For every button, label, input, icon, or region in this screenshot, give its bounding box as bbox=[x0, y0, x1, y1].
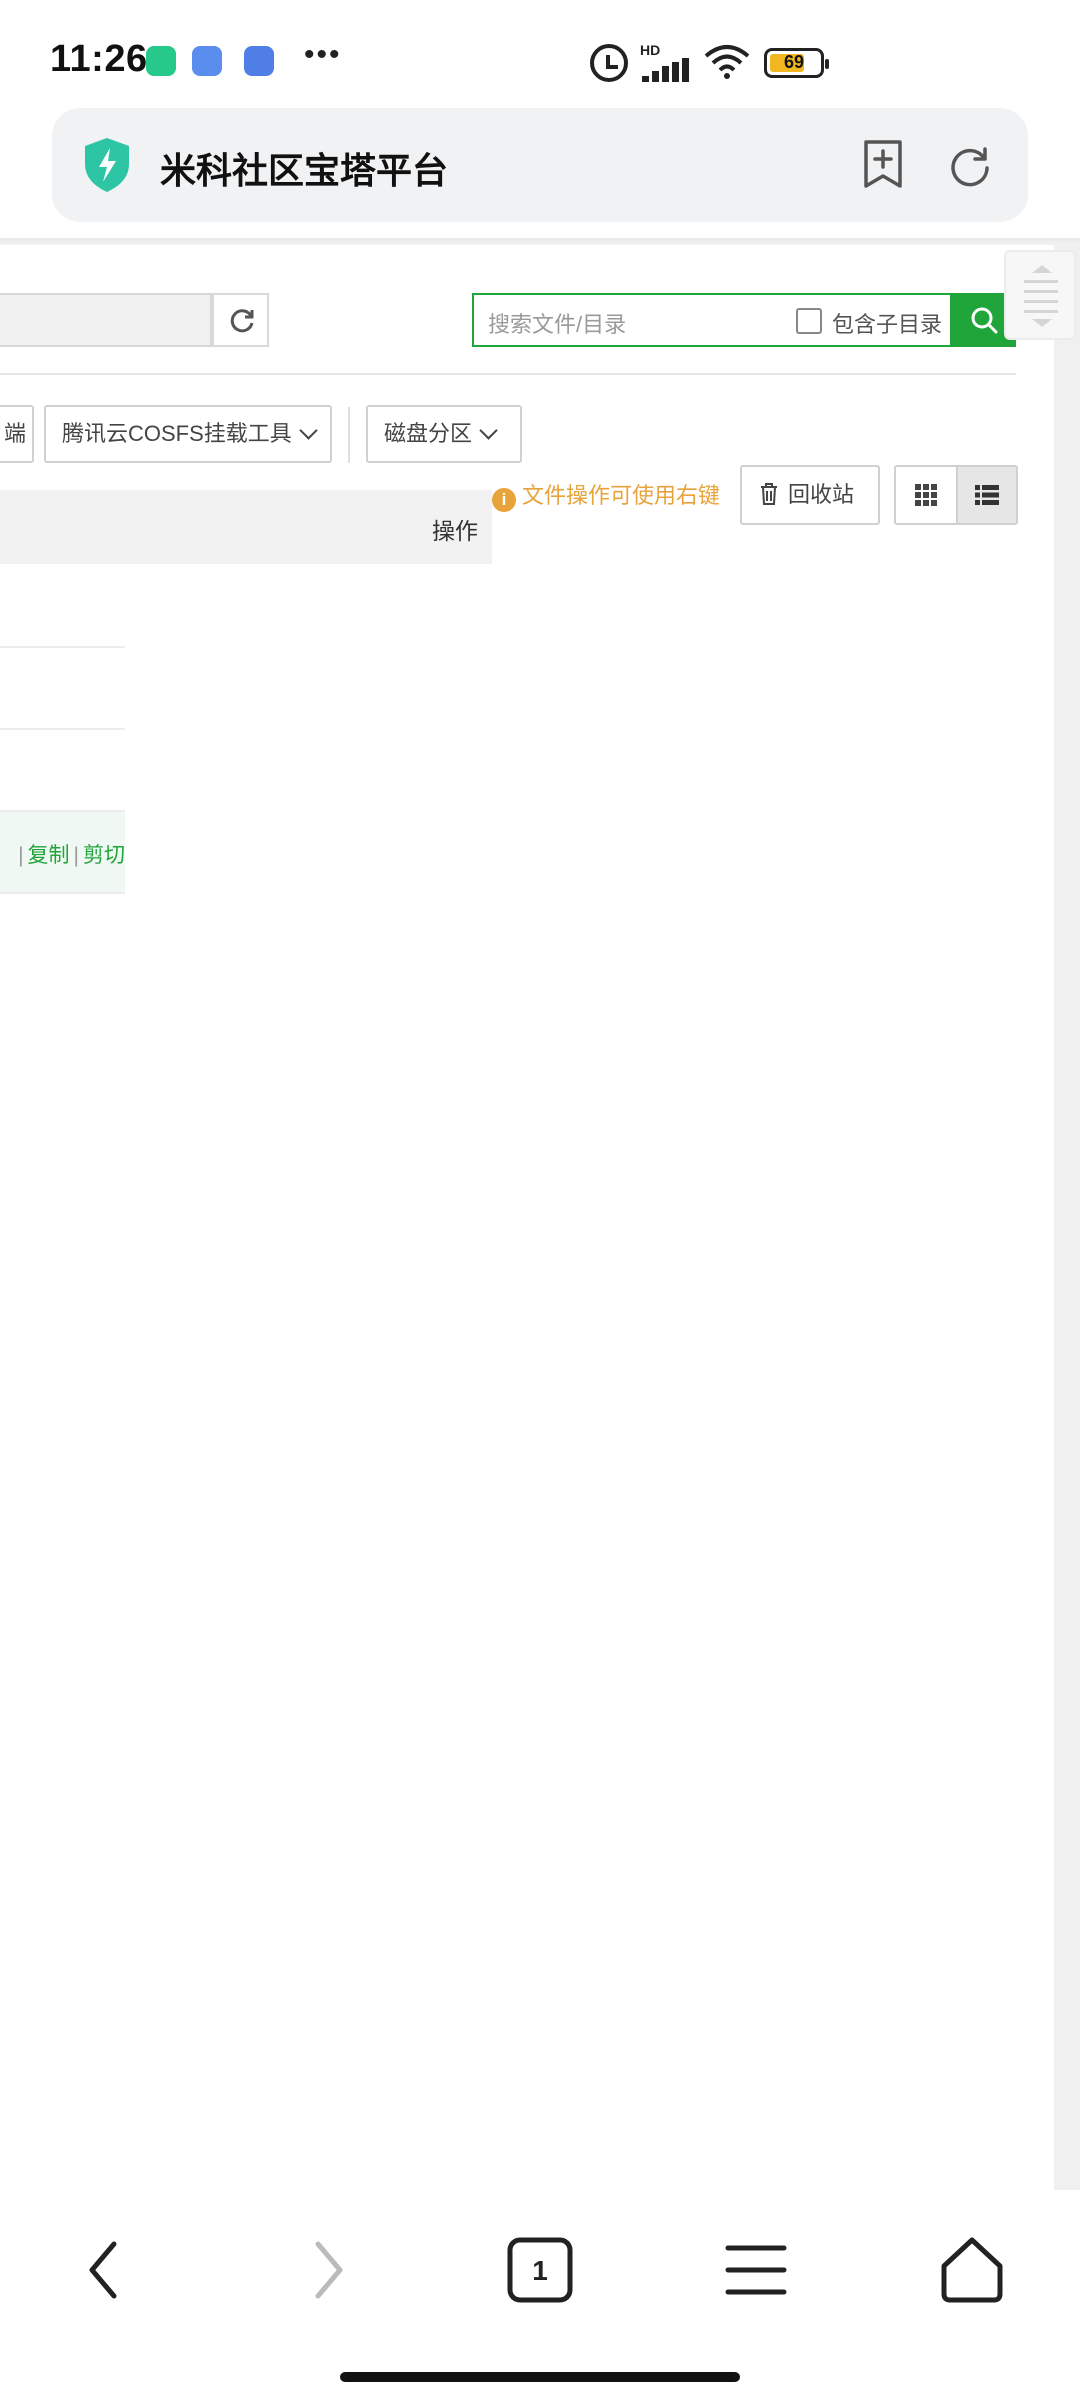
qq-notification-icon-2 bbox=[244, 46, 274, 76]
search-icon bbox=[971, 307, 998, 334]
right-click-hint: i 文件操作可使用右键 bbox=[492, 478, 720, 512]
grid-icon bbox=[915, 484, 937, 506]
file-search-box[interactable]: 搜索文件/目录 包含子目录 bbox=[472, 293, 952, 347]
file-manager-page: 搜索文件/目录 包含子目录 端 腾讯云COSFS挂载工具 磁盘分区 操作 i 文件… bbox=[0, 245, 1054, 2190]
disk-partition-button[interactable]: 磁盘分区 bbox=[366, 405, 522, 463]
table-header: 操作 bbox=[0, 490, 492, 564]
table-row[interactable] bbox=[0, 648, 125, 730]
truncated-toolbar-button[interactable]: 端 bbox=[0, 405, 34, 463]
hint-text: 文件操作可使用右键 bbox=[522, 483, 721, 508]
cut-link[interactable]: 剪切 bbox=[83, 844, 125, 867]
recycle-bin-label: 回收站 bbox=[788, 482, 855, 507]
copy-link[interactable]: 复制 bbox=[28, 844, 70, 867]
browser-bottom-bar: 1 bbox=[0, 2190, 1080, 2400]
cosfs-tool-button[interactable]: 腾讯云COSFS挂载工具 bbox=[44, 405, 332, 463]
view-toggle bbox=[894, 465, 1018, 525]
include-subdir-checkbox[interactable] bbox=[796, 308, 822, 334]
info-icon: i bbox=[492, 488, 516, 512]
alarm-icon bbox=[590, 44, 628, 82]
cosfs-tool-label: 腾讯云COSFS挂载工具 bbox=[62, 421, 292, 446]
status-bar: 11:26 ••• HD 69 bbox=[0, 0, 1080, 100]
disk-partition-label: 磁盘分区 bbox=[384, 421, 473, 446]
forward-button[interactable] bbox=[284, 2230, 364, 2310]
menu-button[interactable] bbox=[716, 2230, 796, 2310]
vertical-scrollbar[interactable] bbox=[1054, 245, 1080, 2190]
list-icon bbox=[975, 485, 999, 505]
column-header-action: 操作 bbox=[432, 518, 478, 544]
qq-notification-icon bbox=[192, 46, 222, 76]
search-input[interactable]: 搜索文件/目录 bbox=[488, 307, 626, 339]
reload-button[interactable] bbox=[948, 144, 992, 188]
home-button[interactable] bbox=[932, 2230, 1012, 2310]
table-row[interactable] bbox=[0, 566, 125, 648]
table-row[interactable]: | 复制 | 剪切 bbox=[0, 812, 125, 894]
row-actions: | 复制 | 剪切 bbox=[18, 844, 125, 867]
chevron-down-icon bbox=[479, 421, 498, 440]
table-row[interactable] bbox=[0, 730, 125, 812]
wechat-notification-icon bbox=[146, 46, 176, 76]
chevron-down-icon bbox=[299, 421, 318, 440]
battery-icon: 69 bbox=[764, 48, 829, 78]
scroll-to-top-widget[interactable] bbox=[1004, 250, 1076, 340]
include-subdir-label: 包含子目录 bbox=[832, 312, 943, 337]
status-time: 11:26 bbox=[50, 38, 148, 80]
add-bookmark-button[interactable] bbox=[862, 138, 904, 190]
home-indicator[interactable] bbox=[340, 2372, 740, 2382]
secure-shield-icon bbox=[85, 138, 129, 192]
tabs-button[interactable]: 1 bbox=[500, 2230, 580, 2310]
network-type-label: HD bbox=[640, 42, 661, 58]
signal-icon bbox=[642, 58, 692, 82]
back-button[interactable] bbox=[68, 2230, 148, 2310]
address-bar[interactable]: 米科社区宝塔平台 bbox=[52, 108, 1028, 222]
battery-level: 69 bbox=[783, 52, 805, 72]
wifi-icon bbox=[704, 45, 750, 79]
path-input[interactable] bbox=[0, 293, 212, 347]
refresh-icon bbox=[230, 309, 254, 333]
toolbar-divider bbox=[0, 373, 1016, 375]
svg-text:1: 1 bbox=[532, 2255, 548, 2286]
grid-view-button[interactable] bbox=[896, 467, 956, 523]
recycle-bin-button[interactable]: 回收站 bbox=[740, 465, 880, 525]
chevron-down-icon bbox=[1032, 319, 1052, 327]
path-refresh-button[interactable] bbox=[212, 293, 269, 347]
page-title: 米科社区宝塔平台 bbox=[160, 150, 449, 191]
chevron-up-icon bbox=[1032, 265, 1052, 273]
toolbar-separator bbox=[348, 407, 350, 463]
list-view-button[interactable] bbox=[956, 467, 1016, 523]
trash-icon bbox=[761, 483, 777, 505]
more-notifications-icon: ••• bbox=[304, 38, 342, 71]
